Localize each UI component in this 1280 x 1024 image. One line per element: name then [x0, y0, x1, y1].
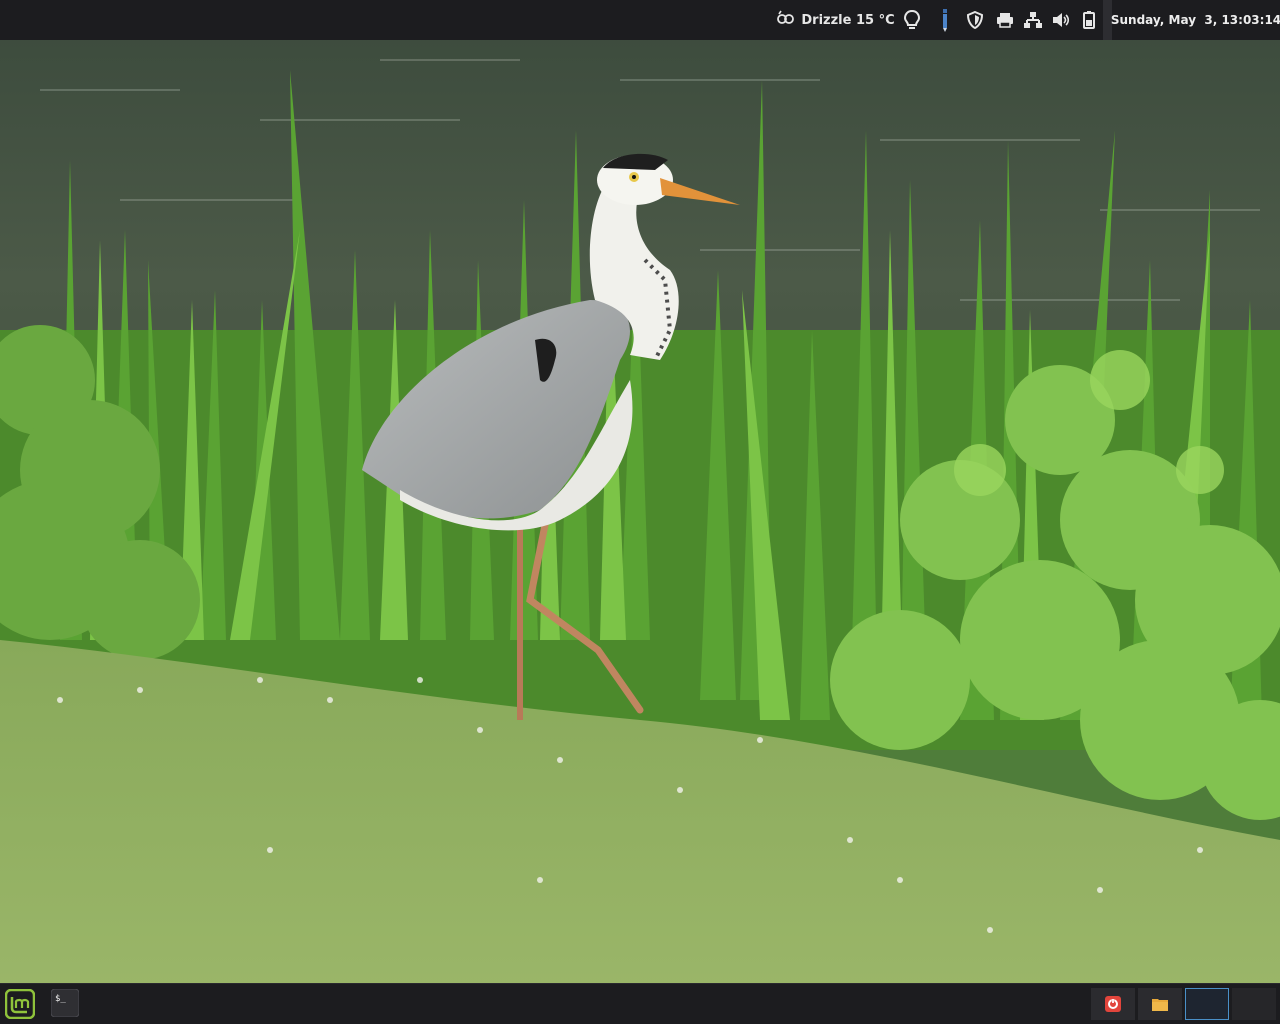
terminal-launcher[interactable]: $_ — [50, 988, 80, 1018]
weather-text: Drizzle 15 °C — [801, 12, 895, 28]
volume-applet[interactable] — [1048, 0, 1074, 40]
file-manager-icon — [1152, 999, 1168, 1011]
lightbulb-icon — [903, 9, 921, 29]
shield-icon — [967, 11, 983, 29]
battery-applet[interactable] — [1076, 0, 1102, 40]
terminal-icon: $_ — [51, 989, 79, 1017]
workspace-1-button[interactable] — [1185, 988, 1229, 1020]
menu-button[interactable] — [4, 988, 36, 1020]
lightbulb-applet[interactable] — [900, 0, 924, 40]
wallpaper-image — [0, 0, 1280, 1024]
file-manager-button[interactable] — [1138, 988, 1182, 1020]
cloud-drizzle-icon — [777, 10, 795, 30]
mint-menu-icon — [5, 989, 35, 1019]
network-applet[interactable] — [1020, 0, 1046, 40]
clock-applet[interactable]: Sunday, May 3, 13:03:14 — [1110, 0, 1280, 40]
workspace-2-button[interactable] — [1232, 988, 1276, 1020]
pen-icon — [943, 9, 947, 32]
top-panel: Drizzle 15 °C Sunday, May 3, 13:03:14 — [0, 0, 1280, 40]
update-manager-icon — [1105, 996, 1121, 1012]
bottom-panel: $_ — [0, 983, 1280, 1024]
update-manager-button[interactable] — [1091, 988, 1135, 1020]
network-icon — [1024, 12, 1042, 28]
printer-icon — [997, 13, 1013, 28]
desktop[interactable]: Drizzle 15 °C Sunday, May 3, 13:03:14 $_ — [0, 0, 1280, 1024]
volume-icon — [1053, 13, 1070, 27]
svg-text:$_: $_ — [55, 994, 66, 1004]
printer-applet[interactable] — [992, 0, 1018, 40]
battery-icon — [1083, 11, 1095, 29]
system-tray — [1090, 984, 1280, 1024]
shield-applet[interactable] — [962, 0, 988, 40]
clock-text: Sunday, May 3, 13:03:14 — [1110, 13, 1280, 27]
weather-applet[interactable]: Drizzle 15 °C — [777, 0, 895, 40]
pen-applet[interactable] — [934, 0, 956, 40]
